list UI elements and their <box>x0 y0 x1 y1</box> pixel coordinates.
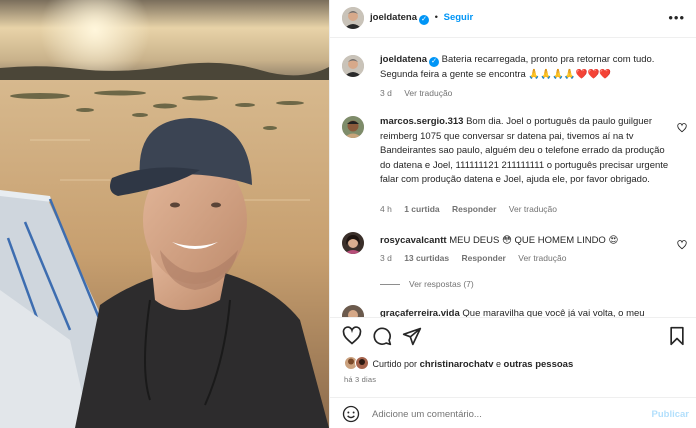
post-header: joeldatena ✓ • Seguir ••• <box>330 0 696 38</box>
verified-badge-icon: ✓ <box>419 15 429 25</box>
reply-button[interactable]: Responder <box>461 253 505 263</box>
comment-likes[interactable]: 13 curtidas <box>404 253 449 263</box>
comment-username[interactable]: marcos.sergio.313 <box>380 116 463 127</box>
heart-icon[interactable] <box>677 123 687 133</box>
comment-avatar[interactable] <box>342 116 364 138</box>
comment-age: 4 h <box>380 204 392 214</box>
comment-icon[interactable] <box>372 326 392 346</box>
verified-badge-icon: ✓ <box>429 57 439 67</box>
replies-divider <box>380 284 400 286</box>
comment-translate-link[interactable]: Ver tradução <box>509 204 557 214</box>
likes-user[interactable]: christinarochatv <box>420 359 494 370</box>
caption-avatar[interactable] <box>342 55 364 77</box>
caption-avatar-image <box>342 55 364 77</box>
comment-avatar[interactable] <box>342 232 364 254</box>
heart-icon[interactable] <box>342 326 362 346</box>
comment: graçaferreira.vida Que maravilha que voc… <box>380 307 672 317</box>
save-icon[interactable] <box>667 326 687 346</box>
share-icon[interactable] <box>402 326 422 346</box>
author-username[interactable]: joeldatena <box>370 12 417 23</box>
publish-button[interactable]: Publicar <box>652 409 690 420</box>
comment-input[interactable] <box>372 409 622 420</box>
emoji-icon[interactable] <box>342 405 360 423</box>
post-actions: Curtido por christinarochatv e outras pe… <box>330 317 696 397</box>
likes-others[interactable]: outras pessoas <box>504 359 574 370</box>
comment-avatar-image <box>342 116 364 138</box>
caption-age: 3 d <box>380 88 392 98</box>
comment-likes[interactable]: 1 curtida <box>404 204 439 214</box>
heart-icon[interactable] <box>677 240 687 250</box>
caption-meta: 3 d Ver tradução <box>380 88 462 98</box>
author-avatar[interactable] <box>342 7 364 29</box>
post-timestamp[interactable]: há 3 dias <box>344 375 376 384</box>
comment: rosycavalcantt MEU DEUS 😳 QUE HOMEM LIND… <box>380 234 672 249</box>
separator-dot: • <box>434 12 438 23</box>
reply-button[interactable]: Responder <box>452 204 496 214</box>
comment-meta: 4 h 1 curtida Responder Ver tradução <box>380 204 567 214</box>
comment-translate-link[interactable]: Ver tradução <box>518 253 566 263</box>
comment-avatar-image <box>342 232 364 254</box>
comment-username[interactable]: rosycavalcantt <box>380 235 447 246</box>
caption-username[interactable]: joeldatena <box>380 54 427 65</box>
view-replies-button[interactable]: Ver respostas (7) <box>380 279 474 289</box>
add-comment-bar: Publicar <box>330 397 696 428</box>
likes-joiner: e <box>496 359 502 369</box>
post-photo[interactable] <box>0 0 329 428</box>
post-sidebar: joeldatena ✓ • Seguir ••• joeldatena ✓ Bat… <box>329 0 696 428</box>
caption-translate-link[interactable]: Ver tradução <box>404 88 452 98</box>
view-replies-label: Ver respostas (7) <box>409 279 474 289</box>
more-options-icon[interactable]: ••• <box>668 11 685 24</box>
comment-meta: 3 d 13 curtidas Responder Ver tradução <box>380 253 576 263</box>
author-avatar-image <box>342 7 364 29</box>
follow-button[interactable]: Seguir <box>444 12 474 23</box>
selfie-river-sunset-image <box>0 0 329 428</box>
comment-username[interactable]: graçaferreira.vida <box>380 308 460 317</box>
comment-text: Que maravilha que você já vai volta, o m… <box>462 308 645 317</box>
comments-list[interactable]: joeldatena ✓ Bateria recarregada, pronto … <box>330 39 696 317</box>
comment-age: 3 d <box>380 253 392 263</box>
comment-avatar-image <box>342 305 364 317</box>
caption: joeldatena ✓ Bateria recarregada, pronto … <box>380 53 672 82</box>
likes-summary: Curtido por christinarochatv e outras pe… <box>344 356 573 370</box>
comment-avatar[interactable] <box>342 305 364 317</box>
likes-prefix: Curtido por <box>372 359 418 369</box>
comment-text: MEU DEUS 😳 QUE HOMEM LINDO 😍 <box>449 235 619 246</box>
post-modal: joeldatena ✓ • Seguir ••• joeldatena ✓ Bat… <box>0 0 696 428</box>
liker-avatars <box>344 356 370 370</box>
comment: marcos.sergio.313 Bom dia. Joel o portug… <box>380 115 672 188</box>
